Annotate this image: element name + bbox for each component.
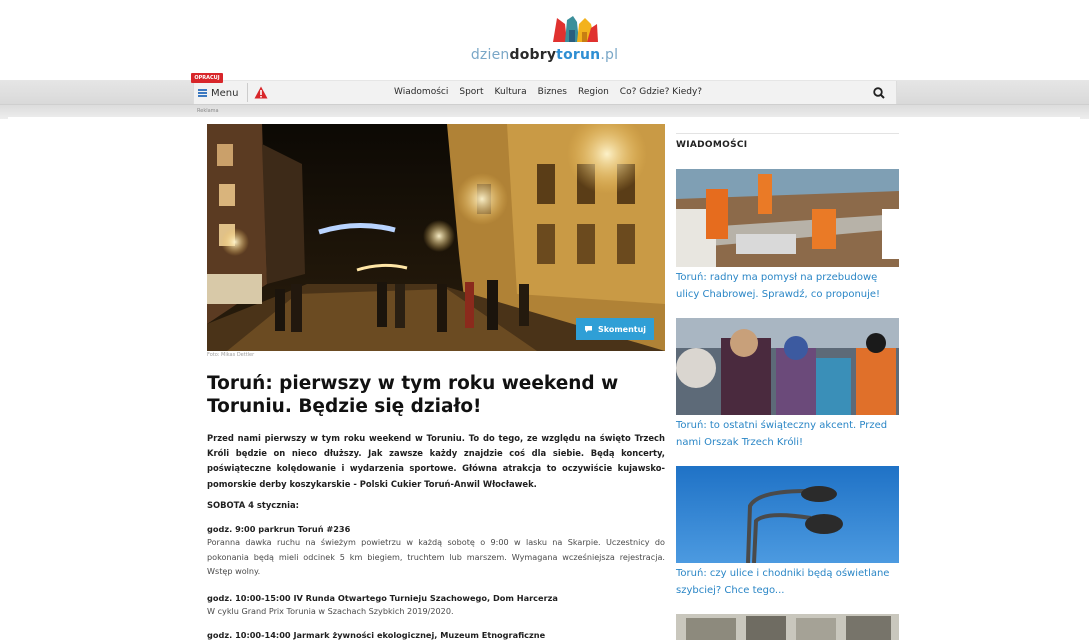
nav-link-kultura[interactable]: Kultura — [495, 87, 527, 97]
road-workers-photo — [676, 169, 899, 267]
hamburger-icon — [198, 89, 207, 97]
speech-bubble-icon — [584, 326, 592, 333]
menu-button[interactable]: Menu — [198, 85, 238, 101]
sidebar-article-link[interactable]: Toruń: czy ulice i chodniki będą oświetl… — [676, 566, 902, 599]
search-icon[interactable] — [872, 86, 886, 100]
warning-triangle-icon[interactable] — [254, 86, 268, 99]
sidebar-heading: WIADOMOŚCI — [676, 140, 748, 150]
article-hero-image[interactable] — [207, 124, 665, 351]
site-header: dziendobrytorun.pl — [0, 0, 1089, 82]
day-heading: SOBOTA 4 stycznia: — [207, 500, 299, 510]
photo-credit: Foto: Mikas Dettler — [207, 352, 255, 358]
sidebar-item-image[interactable] — [676, 614, 899, 640]
bus-interior-photo — [676, 614, 899, 640]
event-title: godz. 10:00-14:00 Jarmark żywności ekolo… — [207, 630, 546, 640]
sidebar-article-link[interactable]: Toruń: to ostatni świąteczny akcent. Prz… — [676, 418, 902, 451]
logo-text-part: dzien — [470, 47, 510, 63]
sidebar-article-link[interactable]: Toruń: radny ma pomysł na przebudowę uli… — [676, 270, 902, 303]
sidebar-item-image[interactable] — [676, 169, 899, 267]
nav-divider — [247, 83, 248, 102]
event-description: Poranna dawka ruchu na świeżym powietrzu… — [207, 537, 665, 576]
comment-label: Skomentuj — [597, 324, 647, 334]
logo-text-part: dobry — [509, 47, 557, 63]
event-title: godz. 10:00-15:00 IV Runda Otwartego Tur… — [207, 593, 558, 603]
article-title: Toruń: pierwszy w tym roku weekend w Tor… — [207, 373, 619, 417]
comment-button[interactable]: Skomentuj — [576, 318, 654, 340]
nav-link-co-gdzie-kiedy[interactable]: Co? Gdzie? Kiedy? — [620, 87, 702, 97]
site-logo-text[interactable]: dziendobrytorun.pl — [0, 47, 1089, 63]
nav-link-wiadomosci[interactable]: Wiadomości — [394, 87, 448, 97]
street-lamp-photo — [676, 466, 899, 563]
sidebar-divider — [676, 133, 899, 134]
menu-label: Menu — [211, 87, 239, 99]
nav-link-biznes[interactable]: Biznes — [538, 87, 567, 97]
hero-photo — [207, 124, 665, 351]
sidebar-item-image[interactable] — [676, 318, 899, 415]
event-title: godz. 9:00 parkrun Toruń #236 — [207, 524, 351, 534]
logo-text-part: torun — [556, 47, 601, 63]
nav-links: Wiadomości Sport Kultura Biznes Region C… — [394, 87, 702, 97]
article-lead: Przed nami pierwszy w tym roku weekend w… — [207, 433, 665, 489]
ad-label: Reklama — [197, 108, 219, 114]
logo-icon[interactable] — [551, 14, 599, 42]
sidebar-item-image[interactable] — [676, 466, 899, 563]
nav-link-sport[interactable]: Sport — [459, 87, 483, 97]
event-description: W cyklu Grand Prix Torunia w Szachach Sz… — [207, 606, 454, 616]
three-kings-procession-photo — [676, 318, 899, 415]
nav-link-region[interactable]: Region — [578, 87, 609, 97]
new-badge: OPRACUJ — [191, 73, 223, 83]
logo-text-part: .pl — [600, 47, 619, 63]
